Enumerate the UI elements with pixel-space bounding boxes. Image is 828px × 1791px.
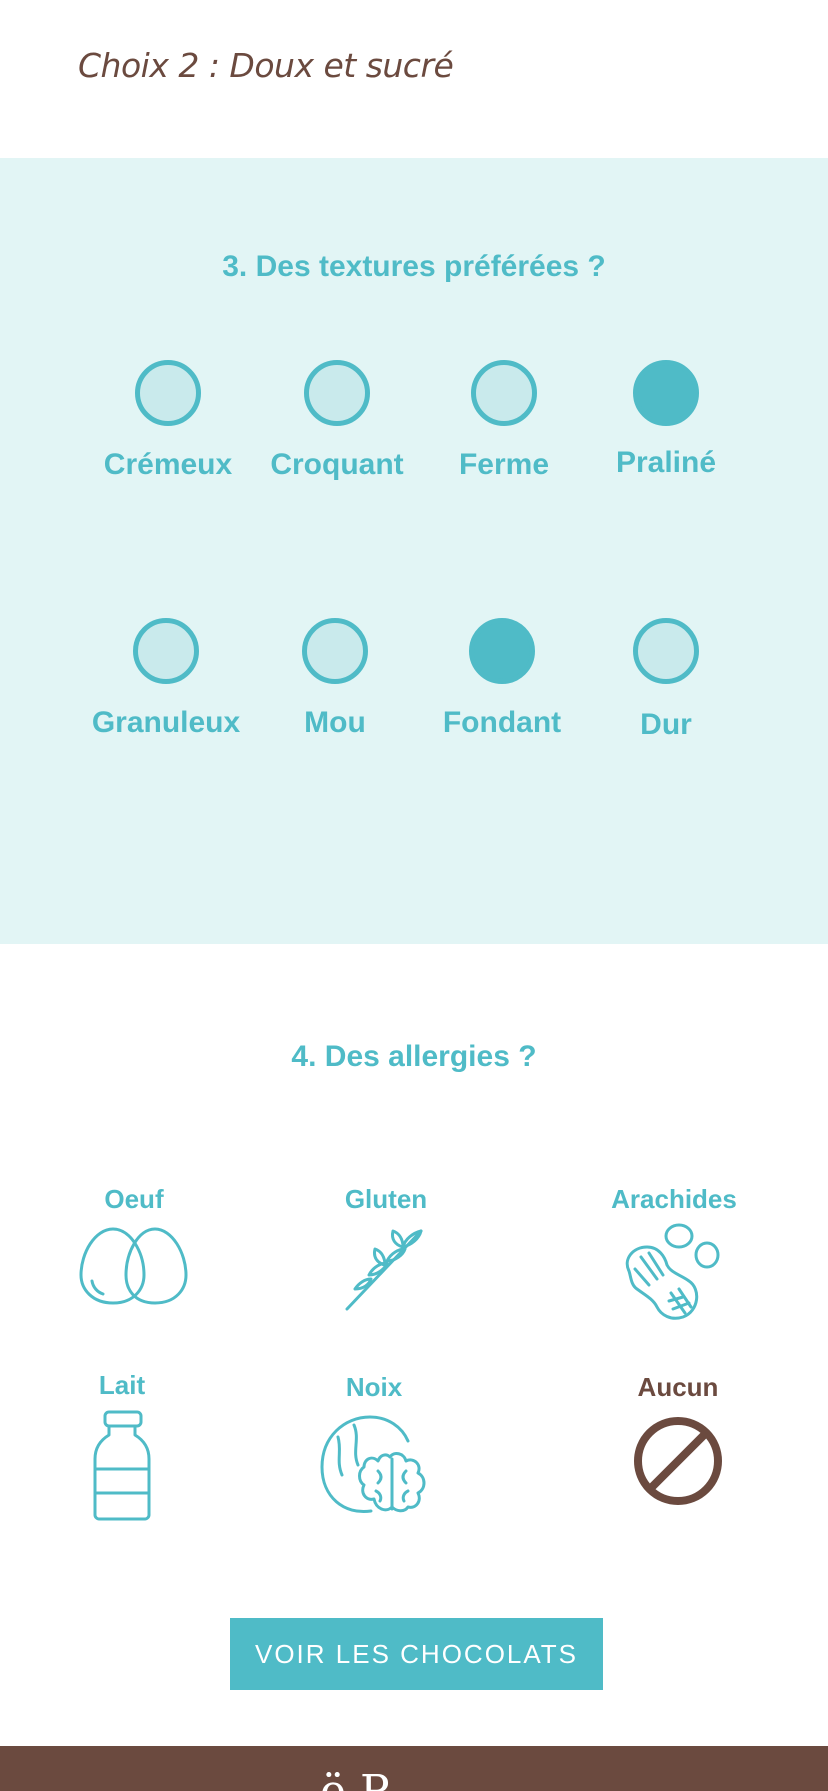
milk-bottle-icon: [93, 1410, 151, 1521]
texture-option-cremeux[interactable]: Crémeux: [93, 360, 243, 482]
texture-label: Fondant: [442, 706, 562, 739]
see-chocolates-button[interactable]: VOIR LES CHOCOLATS: [230, 1618, 603, 1690]
texture-option-granuleux[interactable]: Granuleux: [91, 618, 241, 740]
allergy-option-aucun[interactable]: Aucun: [603, 1372, 753, 1507]
none-icon: [634, 1417, 722, 1505]
texture-radio[interactable]: [633, 618, 699, 684]
texture-option-praline[interactable]: Praliné: [591, 360, 741, 480]
footer-logo: ë P: [320, 1766, 390, 1791]
allergy-option-oeuf[interactable]: Oeuf: [59, 1184, 209, 1307]
allergy-label: Noix: [345, 1372, 403, 1402]
texture-radio[interactable]: [135, 360, 201, 426]
texture-option-mou[interactable]: Mou: [260, 618, 410, 740]
allergy-label: Aucun: [637, 1372, 719, 1402]
allergy-label: Oeuf: [104, 1184, 164, 1214]
texture-option-ferme[interactable]: Ferme: [429, 360, 579, 482]
eggs-icon: [79, 1227, 188, 1305]
allergy-option-gluten[interactable]: Gluten: [311, 1184, 461, 1313]
texture-radio[interactable]: [304, 360, 370, 426]
texture-radio[interactable]: [471, 360, 537, 426]
texture-radio-selected[interactable]: [469, 618, 535, 684]
wheat-icon: [345, 1229, 423, 1311]
texture-radio[interactable]: [302, 618, 368, 684]
choice-summary: Choix 2 : Doux et sucré: [78, 46, 454, 85]
walnut-icon: [320, 1415, 426, 1514]
texture-label: Granuleux: [91, 706, 241, 739]
allergy-option-arachides[interactable]: Arachides: [599, 1184, 749, 1333]
footer: ë P: [0, 1746, 828, 1791]
texture-radio[interactable]: [133, 618, 199, 684]
textures-section: 3. Des textures préférées ? Crémeux Croq…: [0, 158, 828, 944]
allergy-label: Lait: [98, 1370, 146, 1400]
texture-option-dur[interactable]: Dur: [591, 618, 741, 742]
textures-title: 3. Des textures préférées ?: [222, 250, 606, 283]
texture-label: Praliné: [615, 446, 717, 479]
texture-radio-selected[interactable]: [633, 360, 699, 426]
texture-label: Ferme: [458, 448, 550, 481]
allergies-title: 4. Des allergies ?: [291, 1040, 537, 1073]
texture-label: Crémeux: [103, 448, 233, 481]
texture-option-croquant[interactable]: Croquant: [262, 360, 412, 482]
peanut-icon: [625, 1223, 720, 1320]
texture-label: Dur: [640, 708, 692, 741]
texture-label: Croquant: [270, 448, 404, 481]
allergy-option-noix[interactable]: Noix: [299, 1372, 449, 1523]
texture-label: Mou: [304, 706, 366, 739]
allergy-label: Arachides: [611, 1184, 737, 1214]
texture-option-fondant[interactable]: Fondant: [427, 618, 577, 740]
allergy-option-lait[interactable]: Lait: [47, 1370, 197, 1521]
allergy-label: Gluten: [344, 1184, 428, 1214]
